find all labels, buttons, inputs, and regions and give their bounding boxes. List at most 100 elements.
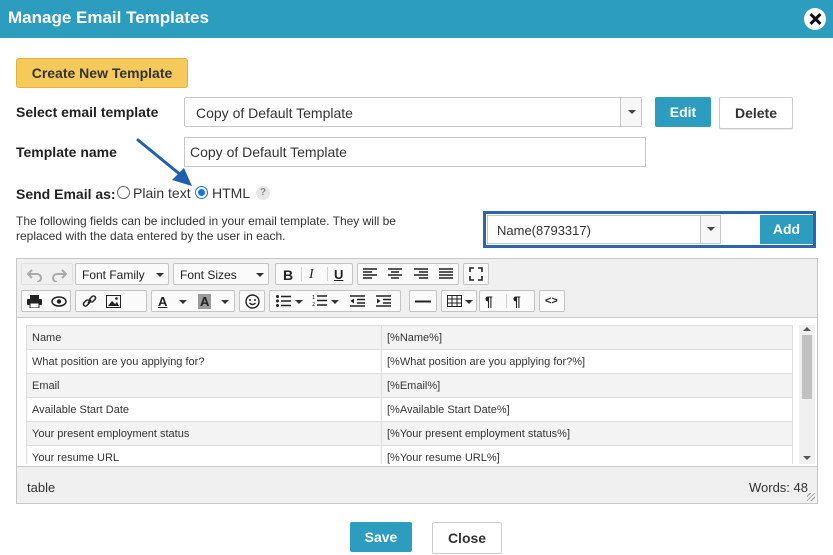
- template-select-value: Copy of Default Template: [196, 105, 353, 121]
- dialog-title: Manage Email Templates: [8, 8, 209, 27]
- bold-button[interactable]: B: [283, 267, 293, 283]
- rtl-paragraph-icon[interactable]: ¶: [513, 293, 521, 309]
- horizontal-rule-button[interactable]: [409, 290, 437, 312]
- editor-content[interactable]: Name [%Name%] What position are you applyi…: [17, 319, 817, 464]
- plain-text-label: Plain text: [133, 185, 191, 201]
- create-new-template-button[interactable]: Create New Template: [16, 58, 188, 88]
- field-placeholder-cell[interactable]: [%Name%]: [381, 325, 793, 350]
- svg-text:1: 1: [312, 295, 315, 301]
- vertical-scrollbar[interactable]: [799, 325, 815, 464]
- table-row: Your present employment status [%Your pre…: [26, 421, 793, 446]
- print-icon[interactable]: [27, 295, 42, 308]
- alignment-group: [357, 263, 459, 285]
- undo-redo-group: [21, 263, 73, 285]
- send-as-label: Send Email as:: [16, 186, 116, 202]
- html-label: HTML: [212, 185, 251, 201]
- indent-icon[interactable]: [376, 295, 391, 307]
- chevron-down-icon[interactable]: [221, 300, 229, 304]
- dialog-title-bar: Manage Email Templates: [0, 0, 833, 38]
- resize-handle-icon[interactable]: [807, 493, 815, 501]
- list-indent-group: 12: [269, 290, 401, 312]
- chevron-down-icon: [156, 273, 164, 277]
- close-icon[interactable]: [804, 8, 826, 30]
- emoticons-button[interactable]: [239, 290, 265, 312]
- align-right-icon[interactable]: [414, 268, 428, 280]
- underline-button[interactable]: U: [334, 267, 343, 282]
- field-label-cell[interactable]: Name: [26, 325, 382, 350]
- html-radio[interactable]: [195, 186, 208, 199]
- align-center-icon[interactable]: [388, 268, 402, 280]
- table-row: Available Start Date [%Available Start Da…: [26, 397, 793, 422]
- add-field-button[interactable]: Add: [760, 215, 813, 244]
- field-label-cell[interactable]: What position are you applying for?: [26, 349, 382, 374]
- print-preview-group: [21, 290, 71, 312]
- scroll-down-icon[interactable]: [803, 456, 811, 460]
- link-icon[interactable]: [82, 294, 97, 309]
- rich-text-editor: Font Family Font Sizes B I U A A 1 2 ¶ ¶…: [16, 258, 818, 504]
- text-color-button[interactable]: A: [158, 294, 167, 309]
- field-placeholder-cell[interactable]: [%Available Start Date%]: [381, 397, 793, 422]
- fullscreen-button[interactable]: [463, 263, 489, 285]
- select-template-label: Select email template: [16, 104, 159, 120]
- ltr-paragraph-icon[interactable]: ¶: [485, 293, 493, 309]
- delete-button[interactable]: Delete: [719, 97, 793, 129]
- horizontal-rule-icon: [415, 300, 431, 303]
- preview-eye-icon[interactable]: [51, 295, 67, 308]
- table-dropdown[interactable]: [441, 290, 477, 312]
- text-style-group: B I U: [275, 263, 353, 285]
- template-name-input[interactable]: [184, 137, 646, 167]
- font-sizes-label: Font Sizes: [180, 268, 237, 282]
- font-family-label: Font Family: [82, 268, 145, 282]
- field-select[interactable]: Name(8793317): [487, 215, 721, 244]
- align-left-icon[interactable]: [363, 268, 377, 280]
- italic-button[interactable]: I: [309, 267, 314, 283]
- image-icon[interactable]: [106, 295, 121, 308]
- align-justify-icon[interactable]: [439, 268, 453, 280]
- fields-description: The following fields can be included in …: [16, 214, 396, 243]
- template-name-label: Template name: [16, 144, 117, 160]
- editor-toolbar: Font Family Font Sizes B I U A A 1 2 ¶ ¶…: [17, 259, 817, 318]
- save-button[interactable]: Save: [350, 522, 412, 552]
- field-label-cell[interactable]: Your resume URL: [26, 445, 382, 464]
- template-select[interactable]: Copy of Default Template: [184, 97, 642, 127]
- fullscreen-icon: [469, 267, 483, 281]
- field-placeholder-cell[interactable]: [%Your present employment status%]: [381, 421, 793, 446]
- outdent-icon[interactable]: [350, 295, 365, 307]
- bullet-list-icon[interactable]: [276, 295, 291, 307]
- insert-field-panel: Name(8793317) Add: [483, 211, 816, 248]
- undo-icon[interactable]: [27, 268, 43, 282]
- code-icon: <>: [545, 295, 558, 307]
- help-icon[interactable]: ?: [256, 186, 270, 200]
- source-code-button[interactable]: <>: [539, 290, 565, 312]
- chevron-down-icon[interactable]: [700, 216, 720, 243]
- chevron-down-icon[interactable]: [620, 98, 641, 126]
- field-placeholder-cell[interactable]: [%What position are you applying for?%]: [381, 349, 793, 374]
- chevron-down-icon[interactable]: [331, 300, 339, 304]
- background-color-button[interactable]: A: [198, 294, 212, 309]
- chevron-down-icon[interactable]: [295, 300, 303, 304]
- field-placeholder-cell[interactable]: [%Your resume URL%]: [381, 445, 793, 464]
- table-row: Email [%Email%]: [26, 373, 793, 398]
- chevron-down-icon: [465, 300, 473, 304]
- numbered-list-icon[interactable]: 12: [312, 294, 327, 307]
- field-label-cell[interactable]: Available Start Date: [26, 397, 382, 422]
- table-row: What position are you applying for? [%Wha…: [26, 349, 793, 374]
- field-label-cell[interactable]: Your present employment status: [26, 421, 382, 446]
- field-select-value: Name(8793317): [497, 223, 591, 238]
- table-row: Name [%Name%]: [26, 325, 793, 350]
- fields-table: Name [%Name%] What position are you applyi…: [26, 325, 793, 464]
- scroll-up-icon[interactable]: [803, 327, 811, 331]
- close-button[interactable]: Close: [432, 522, 502, 554]
- font-family-dropdown[interactable]: Font Family: [75, 263, 169, 285]
- plain-text-radio[interactable]: [117, 186, 130, 199]
- edit-button[interactable]: Edit: [655, 97, 711, 127]
- chevron-down-icon[interactable]: [179, 300, 187, 304]
- element-path[interactable]: table: [27, 480, 55, 495]
- redo-icon[interactable]: [51, 268, 67, 282]
- direction-group: ¶ ¶: [479, 290, 535, 312]
- insert-group: [75, 290, 147, 312]
- scrollbar-thumb[interactable]: [802, 335, 812, 399]
- field-placeholder-cell[interactable]: [%Email%]: [381, 373, 793, 398]
- field-label-cell[interactable]: Email: [26, 373, 382, 398]
- font-sizes-dropdown[interactable]: Font Sizes: [173, 263, 269, 285]
